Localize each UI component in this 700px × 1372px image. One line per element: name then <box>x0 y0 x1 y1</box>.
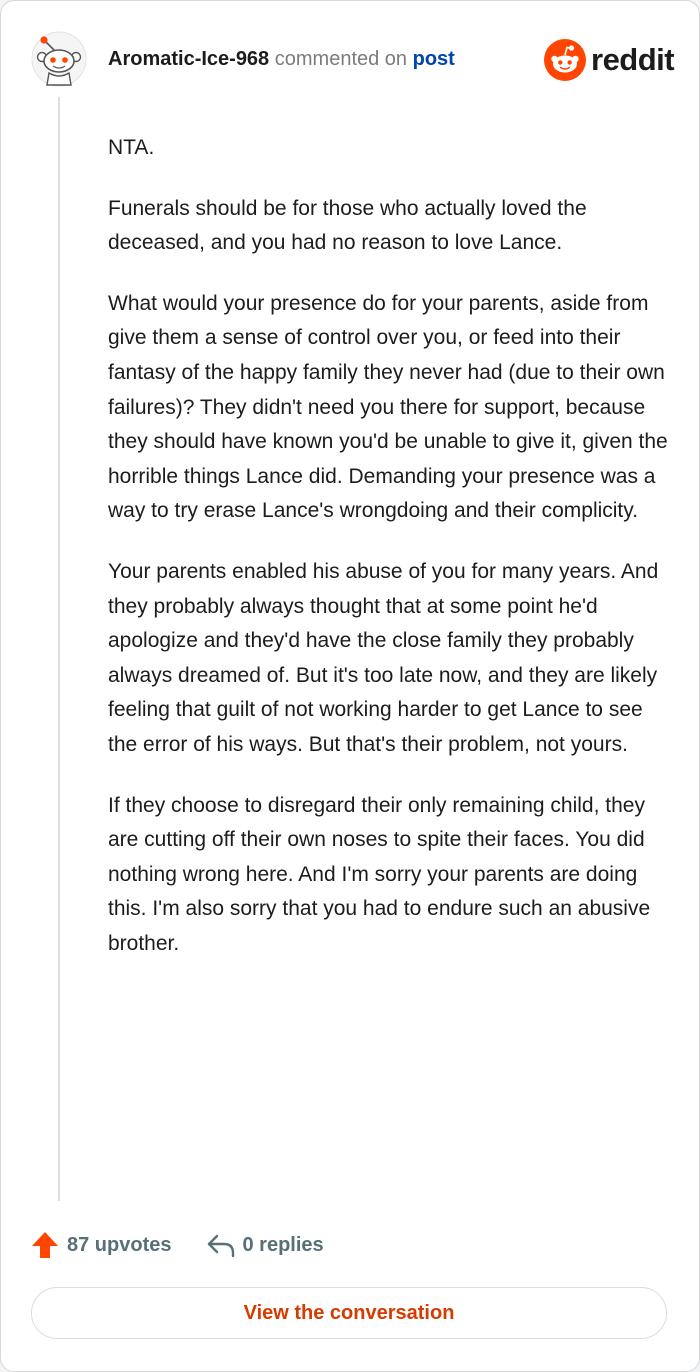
replies-button[interactable]: 0 replies <box>206 1232 324 1258</box>
upvote-count: 87 upvotes <box>67 1233 172 1256</box>
comment-paragraph: NTA. <box>108 136 155 159</box>
reddit-snoo-icon <box>544 39 586 81</box>
comment-body: NTA. Funerals should be for those who ac… <box>108 131 668 987</box>
reddit-brand[interactable]: reddit <box>544 38 675 82</box>
reply-arrow-icon <box>208 1234 235 1258</box>
comment-paragraph: Your parents enabled his abuse of you fo… <box>108 559 659 756</box>
comment-paragraph: If they choose to disregard their only r… <box>108 793 651 955</box>
comment-header: Aromatic-Ice-968 commented on post reddi… <box>1 1 699 111</box>
comment-meta: Aromatic-Ice-968 commented on post <box>108 47 455 71</box>
username-link[interactable]: Aromatic-Ice-968 <box>108 48 269 70</box>
comment-paragraph: Funerals should be for those who actuall… <box>108 196 587 255</box>
reddit-wordmark: reddit <box>591 42 675 77</box>
upvote-arrow-icon <box>32 1232 58 1258</box>
post-link[interactable]: post <box>413 48 455 70</box>
snoo-avatar-icon[interactable] <box>31 31 87 87</box>
thread-line <box>58 97 60 1201</box>
upvote-button[interactable]: 87 upvotes <box>31 1230 171 1260</box>
comment-footer: 87 upvotes 0 replies <box>31 1227 324 1263</box>
replies-count: 0 replies <box>242 1233 324 1256</box>
comment-paragraph: What would your presence do for your par… <box>108 291 668 523</box>
comment-card: Aromatic-Ice-968 commented on post reddi… <box>0 0 700 1372</box>
view-conversation-button[interactable]: View the conversation <box>31 1287 667 1339</box>
commented-on-text: commented on <box>274 48 408 70</box>
